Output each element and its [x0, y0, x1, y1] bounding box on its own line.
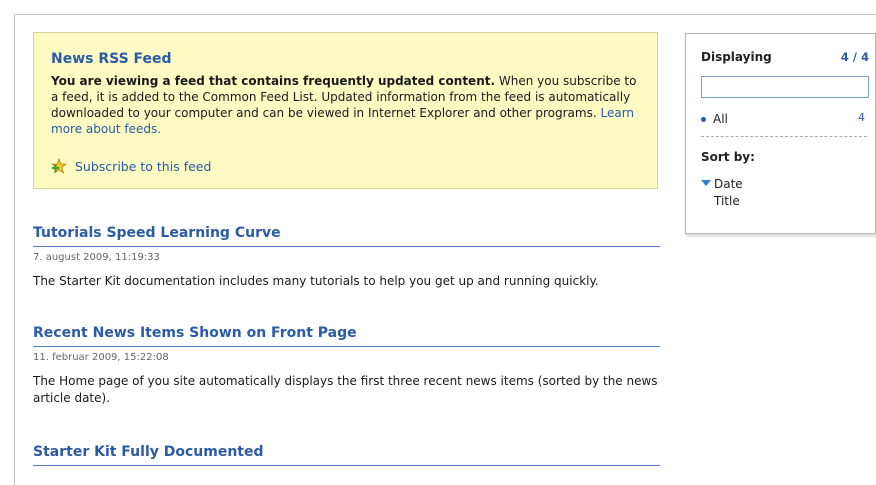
subscribe-star-icon [51, 158, 67, 174]
article-title[interactable]: Recent News Items Shown on Front Page [33, 324, 660, 347]
displaying-label: Displaying [701, 50, 772, 64]
article-body: The Home page of you site automatically … [33, 374, 658, 405]
sort-label: Sort by: [701, 150, 755, 164]
article-title[interactable]: Starter Kit Fully Documented [33, 443, 660, 466]
subscribe-link[interactable]: Subscribe to this feed [51, 158, 211, 174]
article-body: The Starter Kit documentation includes m… [33, 274, 599, 288]
filter-search-input[interactable] [701, 76, 869, 98]
subscribe-label: Subscribe to this feed [75, 158, 212, 174]
filter-all-count: 4 [858, 111, 865, 124]
sort-option-date[interactable]: Date [714, 177, 743, 191]
article-title[interactable]: Tutorials Speed Learning Curve [33, 224, 660, 247]
feed-info-bold: You are viewing a feed that contains fre… [51, 74, 496, 88]
feed-info-text: You are viewing a feed that contains fre… [51, 73, 640, 137]
sort-down-arrow-icon [701, 180, 711, 186]
feed-info-box: News RSS Feed You are viewing a feed tha… [33, 32, 658, 189]
article-date: 11. februar 2009, 15:22:08 [33, 352, 169, 363]
displaying-count: 4 / 4 [840, 50, 869, 64]
divider [701, 136, 867, 137]
article-item: Recent News Items Shown on Front Page 11… [33, 324, 660, 407]
article-item: Tutorials Speed Learning Curve 7. august… [33, 224, 660, 290]
article-item: Starter Kit Fully Documented [33, 443, 660, 466]
sort-option-title[interactable]: Title [714, 194, 740, 208]
article-date: 7. august 2009, 11:19:33 [33, 252, 160, 263]
bullet-icon [701, 116, 706, 122]
filter-side-panel: Displaying 4 / 4 All 4 Sort by: Date Tit… [685, 33, 876, 234]
filter-all-item[interactable]: All [701, 112, 728, 126]
filter-all-label: All [713, 112, 728, 126]
feed-info-title: News RSS Feed [51, 51, 172, 67]
